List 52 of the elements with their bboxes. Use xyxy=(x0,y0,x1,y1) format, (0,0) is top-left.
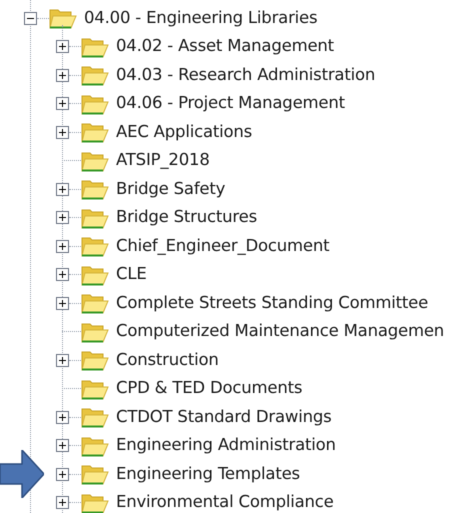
folder-icon xyxy=(81,178,109,200)
expand-toggle[interactable] xyxy=(56,496,69,510)
folder-label[interactable]: Chief_Engineer_Document xyxy=(116,234,330,259)
folder-icon xyxy=(81,121,109,144)
folder-label[interactable]: Engineering Administration xyxy=(116,433,336,458)
expand-toggle[interactable] xyxy=(56,410,69,424)
folder-label[interactable]: Computerized Maintenance Managemen xyxy=(116,319,444,344)
folder-icon xyxy=(81,434,109,457)
arrow-icon xyxy=(0,450,44,498)
folder-icon xyxy=(81,463,109,486)
folder-label[interactable]: CLE xyxy=(116,262,147,288)
folder-icon xyxy=(81,320,109,343)
expand-toggle[interactable] xyxy=(56,40,69,54)
expand-toggle[interactable] xyxy=(56,68,69,82)
folder-label[interactable]: ATSIP_2018 xyxy=(116,148,210,174)
expand-toggle[interactable] xyxy=(56,296,69,310)
expand-toggle[interactable] xyxy=(56,126,69,139)
folder-icon xyxy=(81,206,109,229)
expand-toggle[interactable] xyxy=(56,268,69,282)
expand-toggle[interactable] xyxy=(56,97,69,110)
expand-toggle[interactable] xyxy=(56,468,69,481)
folder-label[interactable]: 04.02 - Asset Management xyxy=(116,34,334,60)
folder-icon xyxy=(81,492,109,513)
folder-label[interactable]: Environmental Compliance xyxy=(116,490,334,513)
folder-icon xyxy=(81,264,109,286)
folder-label[interactable]: Complete Streets Standing Committee xyxy=(116,290,428,316)
folder-icon xyxy=(81,292,109,314)
folder-label[interactable]: CPD & TED Documents xyxy=(116,376,302,402)
folder-icon xyxy=(81,235,109,258)
folder-label[interactable]: AEC Applications xyxy=(116,120,252,145)
folder-icon xyxy=(81,92,109,115)
expand-toggle[interactable] xyxy=(56,211,69,224)
folder-label[interactable]: Construction xyxy=(116,348,219,373)
folder-label[interactable]: 04.03 - Research Administration xyxy=(116,62,376,88)
collapse-toggle[interactable] xyxy=(24,12,37,25)
expand-toggle[interactable] xyxy=(56,439,69,452)
folder-label[interactable]: 04.00 - Engineering Libraries xyxy=(84,6,318,31)
expand-toggle[interactable] xyxy=(56,354,69,367)
expand-toggle[interactable] xyxy=(56,240,69,253)
folder-label[interactable]: Engineering Templates xyxy=(116,462,300,487)
folder-label[interactable]: Bridge Structures xyxy=(116,205,257,230)
folder-icon xyxy=(81,349,109,372)
folder-label[interactable]: 04.06 - Project Management xyxy=(116,91,345,116)
expand-toggle[interactable] xyxy=(56,182,69,196)
folder-icon xyxy=(81,378,109,400)
folder-label[interactable]: Bridge Safety xyxy=(116,176,226,202)
folder-icon xyxy=(81,36,109,58)
folder-icon xyxy=(81,406,109,428)
folder-icon xyxy=(81,150,109,172)
folder-label[interactable]: CTDOT Standard Drawings xyxy=(116,404,332,430)
folder-icon xyxy=(81,64,109,86)
folder-icon xyxy=(49,7,77,30)
